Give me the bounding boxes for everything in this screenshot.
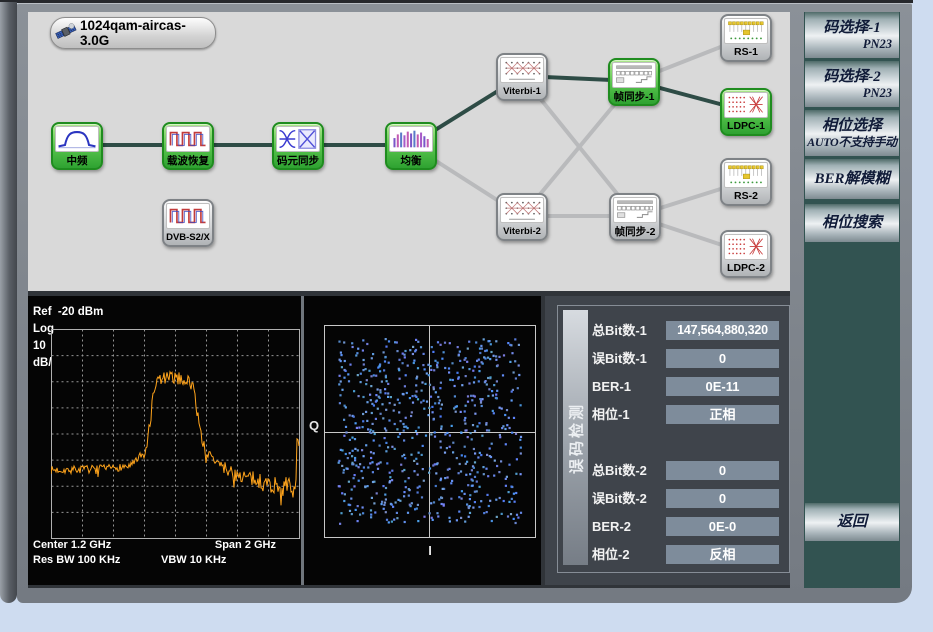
flow-diagram: 中频 载波恢复 DVB-S2/X 码元同步 均衡 Viterbi-1 Viterbi-2 帧同… xyxy=(28,12,790,291)
sidebar-button-code-select-1[interactable]: 码选择-1PN23 xyxy=(805,12,899,58)
stat-value-total-bits-1: 147,564,880,320 xyxy=(666,321,779,340)
button-sublabel: PN23 xyxy=(863,37,899,52)
node-label: 中频 xyxy=(67,152,88,168)
error-detection-side-strip: 误码检测 xyxy=(563,310,588,565)
stat-label-phase-2: 相位-2 xyxy=(592,545,630,564)
button-label: 码选择-2 xyxy=(823,68,881,86)
node-label: 码元同步 xyxy=(277,152,319,168)
node-label: Viterbi-2 xyxy=(503,223,541,239)
stat-value-error-bits-1: 0 xyxy=(666,349,779,368)
main-content: 中频 载波恢复 DVB-S2/X 码元同步 均衡 Viterbi-1 Viterbi-2 帧同… xyxy=(28,12,790,588)
rbw-label: Res BW 100 KHz xyxy=(33,554,120,566)
node-symbol-sync[interactable]: 码元同步 xyxy=(272,122,324,170)
i-axis-label: I xyxy=(324,543,536,558)
stat-value-ber-2: 0E-0 xyxy=(666,517,779,536)
frame-sync-icon xyxy=(613,197,657,223)
stat-label-phase-1: 相位-1 xyxy=(592,405,630,424)
node-equalizer[interactable]: 均衡 xyxy=(385,122,437,170)
node-label: 均衡 xyxy=(401,152,422,168)
sidebar-button-phase-select[interactable]: 相位选择AUTO不支持手动 xyxy=(805,110,899,156)
frame-sync-icon xyxy=(612,62,656,88)
equalizer-bars-icon xyxy=(389,126,433,152)
node-rs-2[interactable]: RS-2 xyxy=(720,158,772,206)
sidebar-button-ber-deambiguity[interactable]: BER解模糊 xyxy=(805,159,899,199)
node-label: LDPC-2 xyxy=(727,260,765,276)
button-label: 相位搜索 xyxy=(822,214,882,232)
ldpc-graph-icon xyxy=(724,234,768,260)
node-frame-sync-1[interactable]: 帧同步-1 xyxy=(608,58,660,106)
stat-value-ber-1: 0E-11 xyxy=(666,377,779,396)
app-page: 中频 载波恢复 DVB-S2/X 码元同步 均衡 Viterbi-1 Viterbi-2 帧同… xyxy=(0,0,933,632)
node-frame-sync-2[interactable]: 帧同步-2 xyxy=(609,193,661,241)
sidebar-button-back[interactable]: 返回 xyxy=(805,503,899,541)
node-dvb-s2x[interactable]: DVB-S2/X xyxy=(162,199,214,247)
bottom-section: Ref -20 dBm Log 10 dB/ Center 1.2 GHz Sp… xyxy=(28,291,790,588)
stat-label-ber-1: BER-1 xyxy=(592,377,631,396)
button-sublabel: PN23 xyxy=(863,86,899,101)
stat-label-ber-2: BER-2 xyxy=(592,517,631,536)
square-wave-icon xyxy=(166,203,210,229)
node-label: 帧同步-1 xyxy=(614,88,655,104)
eye-diagram-icon xyxy=(276,126,320,152)
node-label: 载波恢复 xyxy=(167,152,209,168)
error-detection-title: 误码检测 xyxy=(565,401,586,473)
stat-value-error-bits-2: 0 xyxy=(666,489,779,508)
trellis-icon xyxy=(500,57,544,83)
button-sublabel: AUTO不支持手动 xyxy=(807,135,897,150)
node-ldpc-1[interactable]: LDPC-1 xyxy=(720,88,772,136)
node-label: RS-2 xyxy=(734,188,758,204)
ref-label: Ref xyxy=(33,306,52,318)
spectrum-panel: Ref -20 dBm Log 10 dB/ Center 1.2 GHz Sp… xyxy=(28,296,301,585)
sidebar-button-phase-search[interactable]: 相位搜索 xyxy=(805,204,899,242)
stat-label-total-bits-2: 总Bit数-2 xyxy=(592,461,647,480)
rs-encoder-icon xyxy=(724,18,768,44)
node-viterbi-2[interactable]: Viterbi-2 xyxy=(496,193,548,241)
center-freq-label: Center 1.2 GHz xyxy=(33,539,111,551)
node-label: DVB-S2/X xyxy=(166,229,210,245)
ldpc-graph-icon xyxy=(724,92,768,118)
button-label: 码选择-1 xyxy=(823,19,881,37)
node-ldpc-2[interactable]: LDPC-2 xyxy=(720,230,772,278)
if-band-icon xyxy=(55,126,99,152)
stat-label-error-bits-2: 误Bit数-2 xyxy=(592,489,647,508)
rs-encoder-icon xyxy=(724,162,768,188)
stat-value-phase-1: 正相 xyxy=(666,405,779,424)
spectrum-plot xyxy=(51,329,300,539)
sidebar: 码选择-1PN23码选择-2PN23相位选择AUTO不支持手动BER解模糊相位搜… xyxy=(804,12,900,588)
node-if[interactable]: 中频 xyxy=(51,122,103,170)
error-detection-panel: 误码检测 总Bit数-1 147,564,880,320 误Bit数-1 0 BER-1… xyxy=(545,296,790,585)
stat-label-error-bits-1: 误Bit数-1 xyxy=(592,349,647,368)
stat-label-total-bits-1: 总Bit数-1 xyxy=(592,321,647,340)
trellis-icon xyxy=(500,197,544,223)
ref-value: -20 dBm xyxy=(58,306,103,318)
square-wave-icon xyxy=(166,126,210,152)
sidebar-button-code-select-2[interactable]: 码选择-2PN23 xyxy=(805,61,899,107)
stat-value-total-bits-2: 0 xyxy=(666,461,779,480)
back-button-label: 返回 xyxy=(837,513,867,531)
app-window: 中频 载波恢复 DVB-S2/X 码元同步 均衡 Viterbi-1 Viterbi-2 帧同… xyxy=(17,3,912,603)
vbw-label: VBW 10 KHz xyxy=(161,554,226,566)
left-edge-bar xyxy=(0,2,17,603)
q-axis-label: Q xyxy=(309,418,319,433)
node-rs-1[interactable]: RS-1 xyxy=(720,14,772,62)
node-label: 帧同步-2 xyxy=(615,223,656,239)
span-label: Span 2 GHz xyxy=(178,539,276,551)
node-viterbi-1[interactable]: Viterbi-1 xyxy=(496,53,548,101)
node-label: LDPC-1 xyxy=(727,118,765,134)
node-label: RS-1 xyxy=(734,44,758,60)
node-carrier-recovery[interactable]: 载波恢复 xyxy=(162,122,214,170)
constellation-panel: Q I xyxy=(304,296,541,585)
constellation-plot xyxy=(324,325,536,538)
node-label: Viterbi-1 xyxy=(503,83,541,99)
stat-value-phase-2: 反相 xyxy=(666,545,779,564)
button-label: 相位选择 xyxy=(822,117,882,135)
button-label: BER解模糊 xyxy=(814,170,889,188)
